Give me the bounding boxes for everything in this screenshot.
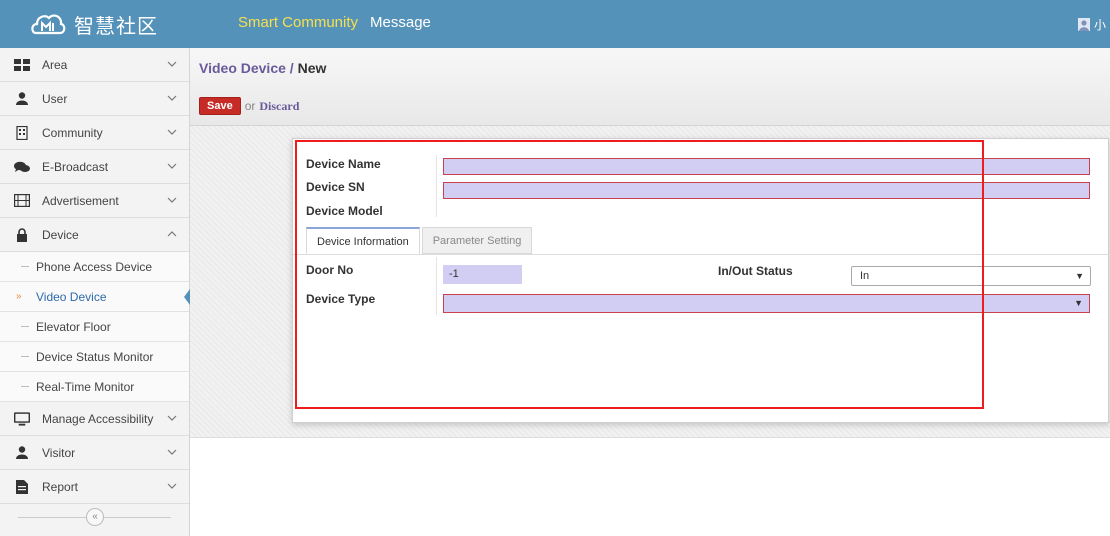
discard-link[interactable]: Discard	[259, 99, 299, 114]
active-marker-icon: »	[16, 291, 22, 302]
device-name-input[interactable]	[443, 158, 1090, 175]
sidebar-item-area[interactable]: Area	[0, 48, 189, 82]
device-sn-input[interactable]	[443, 182, 1090, 199]
device-name-label: Device Name	[306, 157, 381, 171]
device-sn-label: Device SN	[306, 180, 365, 194]
sidebar-item-advertisement[interactable]: Advertisement	[0, 184, 189, 218]
sidebar: Area User Community E-Broadcast Advertis…	[0, 48, 190, 536]
chevron-down-icon	[167, 92, 177, 102]
sidebar-item-label: Area	[42, 57, 68, 72]
breadcrumb-current: New	[297, 60, 327, 76]
breadcrumb-separator: /	[285, 60, 298, 76]
form-background: Device Name Device SN Device Model Devic…	[190, 126, 1110, 438]
top-nav: Smart Community Message	[238, 14, 431, 31]
device-type-select[interactable]: ▼	[443, 294, 1090, 313]
tab-parameter-setting[interactable]: Parameter Setting	[421, 227, 533, 254]
save-button[interactable]: Save	[199, 97, 241, 115]
film-icon	[14, 194, 30, 208]
door-no-input[interactable]: -1	[443, 265, 522, 284]
lock-icon	[14, 227, 30, 242]
user-icon	[14, 446, 30, 460]
sidebar-item-report[interactable]: Report	[0, 470, 189, 504]
chevron-down-icon	[167, 480, 177, 490]
sidebar-item-label: Visitor	[42, 445, 76, 460]
chevron-down-icon	[167, 58, 177, 68]
sidebar-subitem-label: Video Device	[36, 289, 107, 304]
sidebar-subitem-label: Phone Access Device	[36, 259, 153, 274]
sidebar-subitem-elevator-floor[interactable]: Elevator Floor	[0, 312, 189, 342]
sidebar-item-e-broadcast[interactable]: E-Broadcast	[0, 150, 189, 184]
chevron-up-icon	[167, 228, 177, 238]
breadcrumb-parent[interactable]: Video Device	[199, 60, 286, 76]
sidebar-subitem-video-device[interactable]: » Video Device	[0, 282, 190, 312]
sidebar-subitem-label: Device Status Monitor	[36, 349, 154, 364]
device-type-label: Device Type	[306, 292, 376, 306]
sidebar-collapse-row: «	[0, 504, 189, 536]
sidebar-subitem-device-status-monitor[interactable]: Device Status Monitor	[0, 342, 189, 372]
sidebar-item-community[interactable]: Community	[0, 116, 189, 150]
chevron-down-icon	[167, 126, 177, 136]
in-out-status-select[interactable]: In ▼	[851, 266, 1091, 286]
brand-text: 智慧社区	[74, 13, 158, 38]
sidebar-subitem-phone-access-device[interactable]: Phone Access Device	[0, 252, 189, 282]
in-out-status-label: In/Out Status	[718, 264, 793, 278]
chevron-down-icon	[167, 412, 177, 422]
sidebar-subitem-real-time-monitor[interactable]: Real-Time Monitor	[0, 372, 189, 402]
collapse-sidebar-icon[interactable]: «	[86, 508, 104, 526]
nav-message[interactable]: Message	[370, 14, 431, 31]
dropdown-arrow-icon: ▼	[1075, 271, 1084, 281]
sidebar-item-label: E-Broadcast	[42, 159, 109, 174]
form-actions: Save or Discard	[199, 97, 299, 115]
control-panel: Video Device / New Save or Discard	[190, 48, 1110, 126]
chevron-down-icon	[167, 160, 177, 170]
comments-icon	[14, 160, 30, 174]
brand[interactable]: 智慧社区	[30, 8, 158, 40]
form-sheet: Device Name Device SN Device Model Devic…	[292, 138, 1109, 423]
document-icon	[14, 479, 30, 494]
tab-device-information[interactable]: Device Information	[306, 227, 420, 254]
community-logo-icon	[30, 9, 66, 39]
sidebar-item-manage-accessibility[interactable]: Manage Accessibility	[0, 402, 189, 436]
user-name: 小	[1093, 18, 1106, 32]
chevron-down-icon	[167, 446, 177, 456]
sidebar-item-visitor[interactable]: Visitor	[0, 436, 189, 470]
device-model-label: Device Model	[306, 204, 383, 218]
user-menu[interactable]: 小	[1077, 16, 1106, 33]
sidebar-subitem-label: Elevator Floor	[36, 319, 111, 334]
nav-smart-community[interactable]: Smart Community	[238, 14, 358, 31]
sidebar-item-label: Manage Accessibility	[42, 411, 154, 426]
tab-bar: Device Information Parameter Setting	[306, 227, 534, 254]
sidebar-subitem-label: Real-Time Monitor	[36, 379, 135, 394]
user-icon	[14, 92, 30, 106]
sidebar-item-label: Advertisement	[42, 193, 119, 208]
in-out-status-value: In	[860, 270, 870, 282]
sidebar-item-device[interactable]: Device	[0, 218, 189, 252]
sidebar-item-user[interactable]: User	[0, 82, 189, 116]
door-no-label: Door No	[306, 263, 354, 277]
main-content: Video Device / New Save or Discard Devic…	[190, 48, 1110, 536]
monitor-icon	[14, 411, 30, 426]
or-text: or	[244, 99, 256, 113]
chevron-down-icon	[167, 194, 177, 204]
sidebar-item-label: Device	[42, 227, 79, 242]
dropdown-arrow-icon: ▼	[1074, 298, 1083, 308]
grid-icon	[14, 58, 30, 72]
sidebar-item-label: Community	[42, 125, 103, 140]
top-bar: 智慧社区 Smart Community Message 小	[0, 0, 1110, 48]
building-icon	[14, 125, 30, 140]
sidebar-item-label: User	[42, 91, 68, 106]
breadcrumb: Video Device / New	[199, 60, 326, 76]
sidebar-item-label: Report	[42, 479, 79, 494]
avatar-icon	[1077, 18, 1090, 31]
